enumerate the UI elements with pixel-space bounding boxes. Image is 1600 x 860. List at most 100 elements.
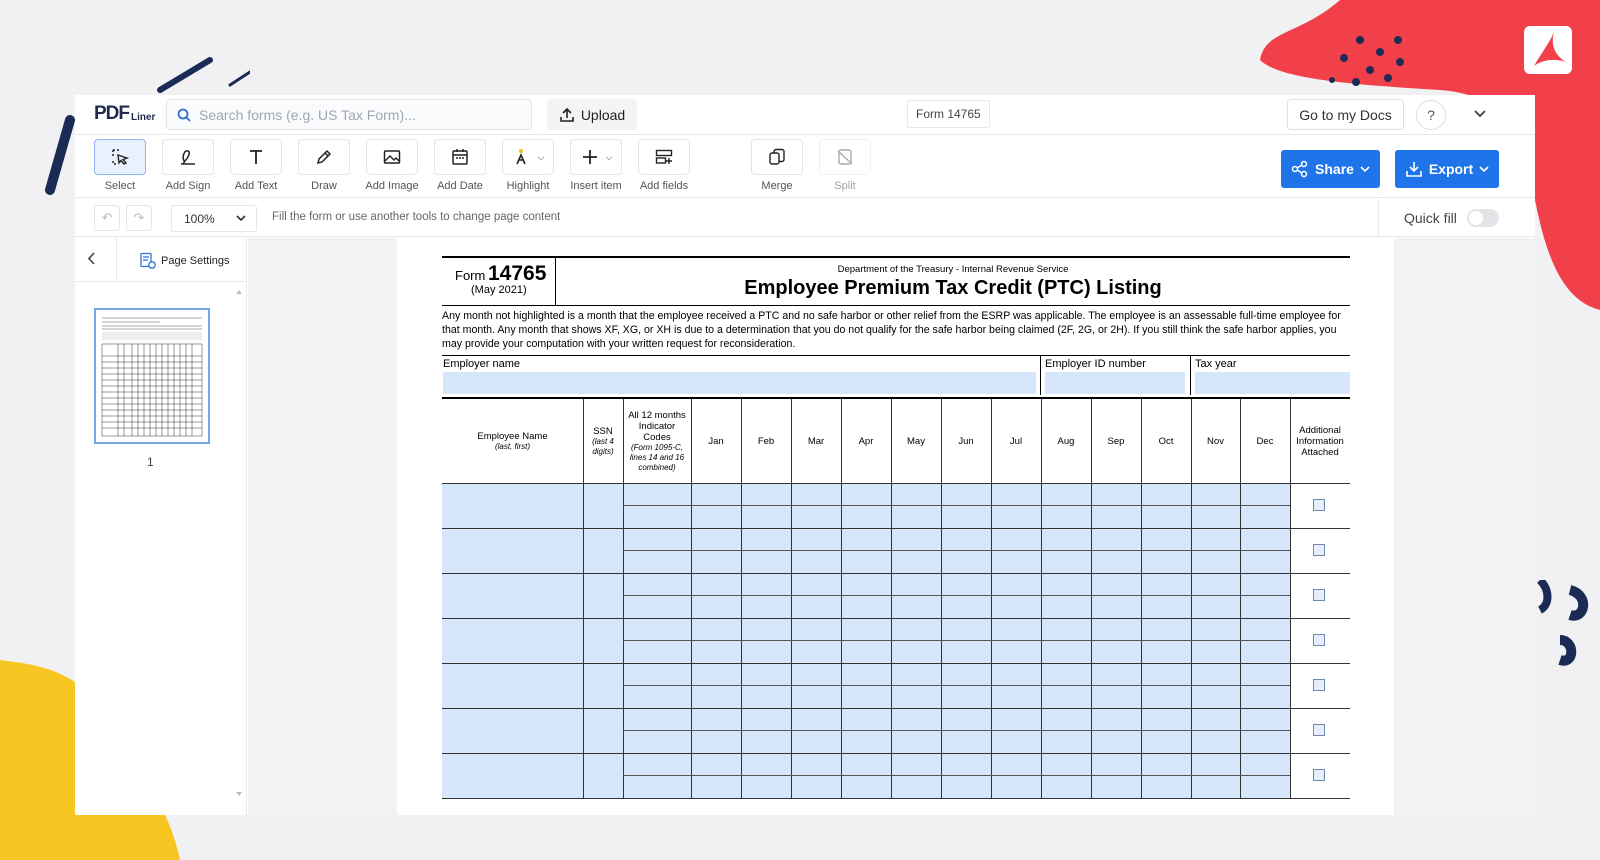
- pdfliner-logo[interactable]: PDF Liner: [94, 103, 155, 125]
- column-header-label: Aug: [1057, 435, 1075, 447]
- tool-draw[interactable]: Draw: [296, 139, 352, 192]
- tool-add-date[interactable]: Add Date: [432, 139, 488, 192]
- column-header-label: Mar: [807, 435, 825, 447]
- column-header-label: Jan: [708, 435, 724, 447]
- redo-icon[interactable]: ↷: [126, 205, 152, 231]
- additional-info-checkbox[interactable]: [1313, 499, 1325, 511]
- additional-info-checkbox[interactable]: [1313, 589, 1325, 601]
- share-button[interactable]: Share: [1281, 150, 1380, 188]
- chevron-down-icon: ⌵: [605, 151, 613, 162]
- column-header: Jul: [991, 399, 1041, 483]
- additional-info-checkbox[interactable]: [1313, 544, 1325, 556]
- undo-icon[interactable]: ↶: [94, 205, 120, 231]
- employer-name-label: Employer name: [443, 358, 521, 370]
- search-icon: [177, 108, 191, 122]
- upload-button[interactable]: Upload: [547, 99, 637, 130]
- employer-name-field[interactable]: [443, 372, 1036, 394]
- column-header-label: Feb: [757, 435, 775, 447]
- column-header: All 12 months Indicator Codes (Form 1095-…: [623, 399, 691, 483]
- column-header-label: Jun: [958, 435, 974, 447]
- help-button[interactable]: ?: [1416, 100, 1446, 130]
- rule: [442, 256, 1350, 258]
- additional-info-checkbox[interactable]: [1313, 724, 1325, 736]
- document-name[interactable]: Form 14765: [907, 100, 990, 128]
- column-header: Sep: [1091, 399, 1141, 483]
- rule: [623, 685, 1290, 686]
- column-header: Aug: [1041, 399, 1091, 483]
- chevron-down-icon: [1479, 165, 1489, 172]
- tool-highlight[interactable]: ⌵ Highlight: [500, 139, 556, 192]
- rule: [623, 640, 1290, 641]
- column-header: Mar: [791, 399, 841, 483]
- tool-label: Highlight: [506, 180, 550, 192]
- form-date: (May 2021): [471, 284, 527, 296]
- tool-select[interactable]: Select: [92, 139, 148, 192]
- tool-label: Select: [104, 180, 136, 192]
- tool-add-text[interactable]: Add Text: [228, 139, 284, 192]
- column-header-label: May: [907, 435, 925, 447]
- tool-label: Insert item: [570, 180, 622, 192]
- divider: [116, 238, 117, 282]
- column-header-label: Additional Information Attached: [1296, 424, 1344, 458]
- page-thumbnail[interactable]: [94, 308, 210, 444]
- share-icon: [1291, 160, 1308, 178]
- rule: [1040, 355, 1041, 395]
- tax-year-field[interactable]: [1195, 372, 1350, 394]
- quick-fill: Quick fill: [1378, 199, 1535, 237]
- column-header-sublabel: (last 4 digits): [592, 436, 614, 456]
- tool-label: Merge: [761, 180, 793, 192]
- tool-merge[interactable]: Merge: [749, 139, 805, 192]
- tool-add-fields[interactable]: Add fields: [636, 139, 692, 192]
- page-number: 1: [147, 455, 154, 469]
- tool-add-sign[interactable]: Add Sign: [160, 139, 216, 192]
- rule: [1190, 355, 1191, 395]
- editing-toolbar: Select Add Sign Add Text Draw Add Image …: [75, 136, 1535, 198]
- thumbnail-scrollbar[interactable]: [235, 288, 243, 798]
- chevron-down-icon: [236, 215, 246, 222]
- highlighter-icon: [515, 149, 526, 165]
- column-header: Nov: [1191, 399, 1240, 483]
- pages-panel: Page Settings 1: [75, 238, 247, 815]
- export-button[interactable]: Export: [1395, 150, 1499, 188]
- page-thumbnail-preview: [100, 314, 204, 438]
- page-settings-button[interactable]: Page Settings: [139, 252, 230, 270]
- additional-info-checkbox[interactable]: [1313, 769, 1325, 781]
- signature-icon: [181, 150, 195, 165]
- fields-icon: [655, 149, 673, 164]
- tool-label: Add Image: [365, 180, 419, 192]
- tool-split[interactable]: Split: [817, 139, 873, 192]
- tax-year-label: Tax year: [1195, 358, 1237, 370]
- export-label: Export: [1428, 161, 1474, 177]
- column-header-label: SSN: [593, 425, 613, 437]
- select-cursor-icon: [112, 149, 130, 165]
- tool-label: Split: [834, 180, 856, 192]
- quick-fill-toggle[interactable]: [1466, 209, 1499, 227]
- logo-text: PDF: [94, 103, 130, 124]
- page-settings-label: Page Settings: [161, 255, 230, 267]
- merge-icon: [769, 148, 785, 165]
- go-to-my-docs-button[interactable]: Go to my Docs: [1287, 99, 1404, 130]
- logo-sub: Liner: [131, 112, 156, 123]
- tool-insert-item[interactable]: ⌵ Insert item: [568, 139, 624, 192]
- search-input[interactable]: [199, 106, 519, 123]
- additional-info-checkbox[interactable]: [1313, 634, 1325, 646]
- decorative-navy-marks: [1536, 580, 1589, 666]
- split-icon: [837, 149, 853, 165]
- additional-info-checkbox[interactable]: [1313, 679, 1325, 691]
- tool-label: Add Sign: [165, 180, 211, 192]
- rule: [442, 798, 1350, 799]
- tool-label: Add Date: [437, 180, 483, 192]
- employer-id-field[interactable]: [1045, 372, 1185, 394]
- chevron-down-icon[interactable]: [1470, 104, 1490, 124]
- chevron-down-icon: ⌵: [537, 151, 545, 162]
- form-title: Employee Premium Tax Credit (PTC) Listin…: [744, 277, 1162, 299]
- share-label: Share: [1315, 161, 1354, 177]
- calendar-icon: [452, 149, 468, 165]
- column-header: Apr: [841, 399, 891, 483]
- sub-toolbar: ↶ ↷ 100% Fill the form or use another to…: [75, 199, 1535, 237]
- pdf-brand-icon: [1524, 26, 1572, 74]
- zoom-select[interactable]: 100%: [171, 205, 257, 232]
- chevron-left-icon[interactable]: [87, 252, 95, 268]
- column-header: May: [891, 399, 941, 483]
- tool-add-image[interactable]: Add Image: [364, 139, 420, 192]
